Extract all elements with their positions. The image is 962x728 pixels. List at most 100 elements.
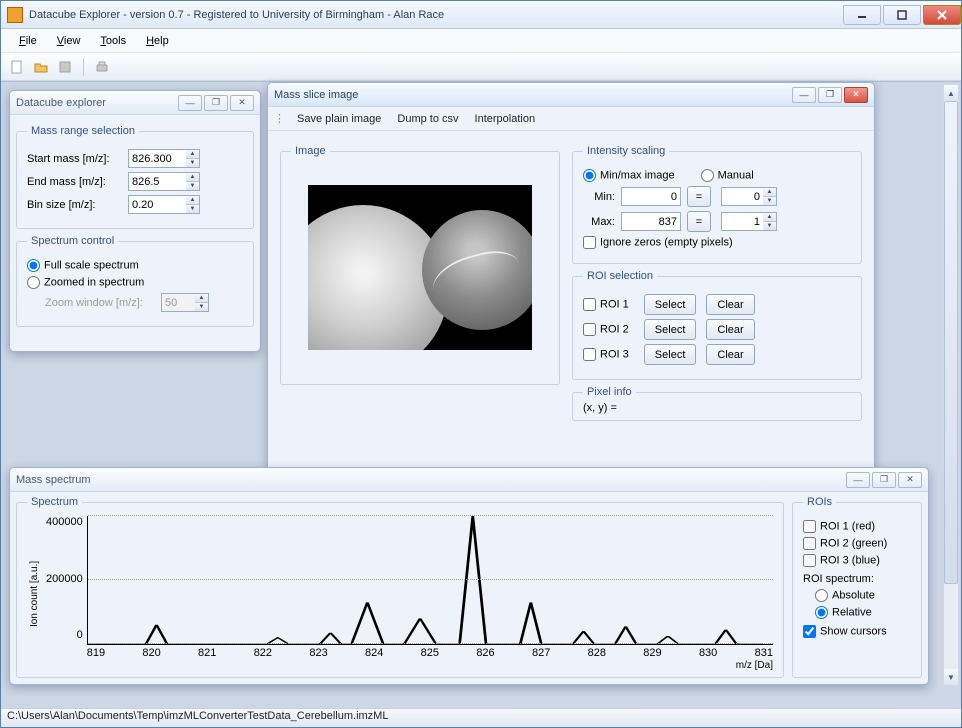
roi-selection-group: ROI selection ROI 1 Select Clear ROI 2 Se… (572, 270, 862, 380)
statusbar: C:\Users\Alan\Documents\Temp\imzMLConver… (1, 708, 961, 727)
explorer-titlebar[interactable]: Datacube explorer — ❐ ✕ (10, 91, 260, 115)
image-legend: Image (291, 145, 330, 157)
relative-radio[interactable]: Relative (815, 606, 872, 619)
spectrum-roi3[interactable]: ROI 3 (blue) (803, 554, 880, 567)
mass-range-group: Mass range selection Start mass [m/z]: ▲… (16, 125, 254, 229)
roi3-clear[interactable]: Clear (706, 344, 754, 365)
min-manual-input[interactable] (721, 187, 763, 206)
spectrum-titlebar[interactable]: Mass spectrum — ❐ ✕ (10, 468, 928, 492)
slice-minimize[interactable]: — (792, 87, 816, 103)
open-icon[interactable] (31, 57, 51, 77)
manual-radio[interactable]: Manual (701, 169, 754, 182)
chart-ylabel: Ion count [a.u.] (27, 516, 42, 671)
slice-toolbar: ⋮ Save plain image Dump to csv Interpola… (268, 107, 874, 131)
max-label: Max: (583, 216, 615, 228)
window-title: Datacube Explorer - version 0.7 - Regist… (29, 9, 841, 21)
roi2-checkbox[interactable]: ROI 2 (583, 323, 629, 336)
zoom-window-spinner: ▲▼ (195, 293, 209, 312)
chart-yticks: 4000002000000 (42, 516, 87, 641)
close-button[interactable] (923, 5, 961, 25)
mdi-scrollbar[interactable]: ▲ ▼ (943, 84, 959, 686)
image-group: Image (280, 145, 560, 385)
zoom-window-input (161, 293, 195, 312)
save-icon[interactable] (55, 57, 75, 77)
explorer-maximize[interactable]: ❐ (204, 95, 228, 111)
slice-close[interactable]: ✕ (844, 87, 868, 103)
toolbar (1, 53, 961, 81)
start-mass-input[interactable] (128, 149, 186, 168)
spectrum-maximize[interactable]: ❐ (872, 472, 896, 488)
dump-to-csv[interactable]: Dump to csv (391, 111, 464, 127)
roi-spectrum-label: ROI spectrum: (803, 573, 911, 585)
slice-image[interactable] (308, 185, 532, 350)
menu-view[interactable]: View (47, 33, 91, 49)
spectrum-roi1[interactable]: ROI 1 (red) (803, 520, 875, 533)
roi-legend: ROI selection (583, 270, 657, 282)
intensity-legend: Intensity scaling (583, 145, 669, 157)
spectrum-title: Mass spectrum (16, 474, 846, 486)
spectrum-close[interactable]: ✕ (898, 472, 922, 488)
chart-plot[interactable] (87, 516, 773, 645)
min-label: Min: (583, 191, 615, 203)
pixel-info-group: Pixel info (x, y) = (572, 386, 862, 421)
save-plain-image[interactable]: Save plain image (291, 111, 387, 127)
min-eq-button[interactable]: = (687, 186, 711, 207)
min-readout[interactable] (621, 187, 681, 206)
spectrum-legend: Spectrum (27, 496, 82, 508)
spectrum-chart-group: Spectrum Ion count [a.u.] 4000002000000 … (16, 496, 784, 678)
chart-xticks: 819820821822823824825826827828829830831 (87, 647, 773, 659)
toolbar-separator (83, 58, 84, 76)
slice-maximize[interactable]: ❐ (818, 87, 842, 103)
minmax-radio[interactable]: Min/max image (583, 169, 675, 182)
start-mass-label: Start mass [m/z]: (27, 153, 122, 165)
menu-help[interactable]: Help (136, 33, 179, 49)
spectrum-window: Mass spectrum — ❐ ✕ Spectrum Ion count [… (9, 467, 929, 685)
slice-titlebar[interactable]: Mass slice image — ❐ ✕ (268, 83, 874, 107)
ignore-zeros-checkbox[interactable]: Ignore zeros (empty pixels) (583, 236, 733, 249)
status-path: C:\Users\Alan\Documents\Temp\imzMLConver… (7, 710, 388, 722)
mass-range-legend: Mass range selection (27, 125, 139, 137)
roi2-select[interactable]: Select (644, 319, 697, 340)
bin-size-spinner[interactable]: ▲▼ (186, 195, 200, 214)
spectrum-roi2[interactable]: ROI 2 (green) (803, 537, 887, 550)
maximize-button[interactable] (883, 5, 921, 25)
titlebar: Datacube Explorer - version 0.7 - Regist… (1, 1, 961, 29)
roi3-checkbox[interactable]: ROI 3 (583, 348, 629, 361)
menu-tools[interactable]: Tools (90, 33, 136, 49)
zoomed-radio[interactable]: Zoomed in spectrum (27, 276, 144, 289)
intensity-group: Intensity scaling Min/max image Manual M… (572, 145, 862, 264)
menu-file[interactable]: File (9, 33, 47, 49)
absolute-radio[interactable]: Absolute (815, 589, 875, 602)
max-readout[interactable] (621, 212, 681, 231)
app-window: Datacube Explorer - version 0.7 - Regist… (0, 0, 962, 728)
rois-legend: ROIs (803, 496, 836, 508)
print-icon[interactable] (92, 57, 112, 77)
slice-window: Mass slice image — ❐ ✕ ⋮ Save plain imag… (267, 82, 875, 475)
roi2-clear[interactable]: Clear (706, 319, 754, 340)
start-mass-spinner[interactable]: ▲▼ (186, 149, 200, 168)
explorer-close[interactable]: ✕ (230, 95, 254, 111)
spectrum-minimize[interactable]: — (846, 472, 870, 488)
minimize-button[interactable] (843, 5, 881, 25)
bin-size-input[interactable] (128, 195, 186, 214)
app-icon (7, 7, 23, 23)
explorer-minimize[interactable]: — (178, 95, 202, 111)
roi3-select[interactable]: Select (644, 344, 697, 365)
end-mass-input[interactable] (128, 172, 186, 191)
roi1-checkbox[interactable]: ROI 1 (583, 298, 629, 311)
max-eq-button[interactable]: = (687, 211, 711, 232)
explorer-window: Datacube explorer — ❐ ✕ Mass range selec… (9, 90, 261, 352)
mdi-area: Datacube explorer — ❐ ✕ Mass range selec… (1, 81, 961, 708)
new-icon[interactable] (7, 57, 27, 77)
end-mass-spinner[interactable]: ▲▼ (186, 172, 200, 191)
max-manual-input[interactable] (721, 212, 763, 231)
interpolation[interactable]: Interpolation (469, 111, 542, 127)
explorer-title: Datacube explorer (16, 97, 178, 109)
full-scale-radio[interactable]: Full scale spectrum (27, 259, 139, 272)
chart-xlabel: m/z [Da] (87, 660, 773, 671)
roi1-select[interactable]: Select (644, 294, 697, 315)
show-cursors-checkbox[interactable]: Show cursors (803, 625, 887, 638)
roi1-clear[interactable]: Clear (706, 294, 754, 315)
pixel-info-legend: Pixel info (583, 386, 636, 398)
spectrum-control-group: Spectrum control Full scale spectrum Zoo… (16, 235, 254, 327)
